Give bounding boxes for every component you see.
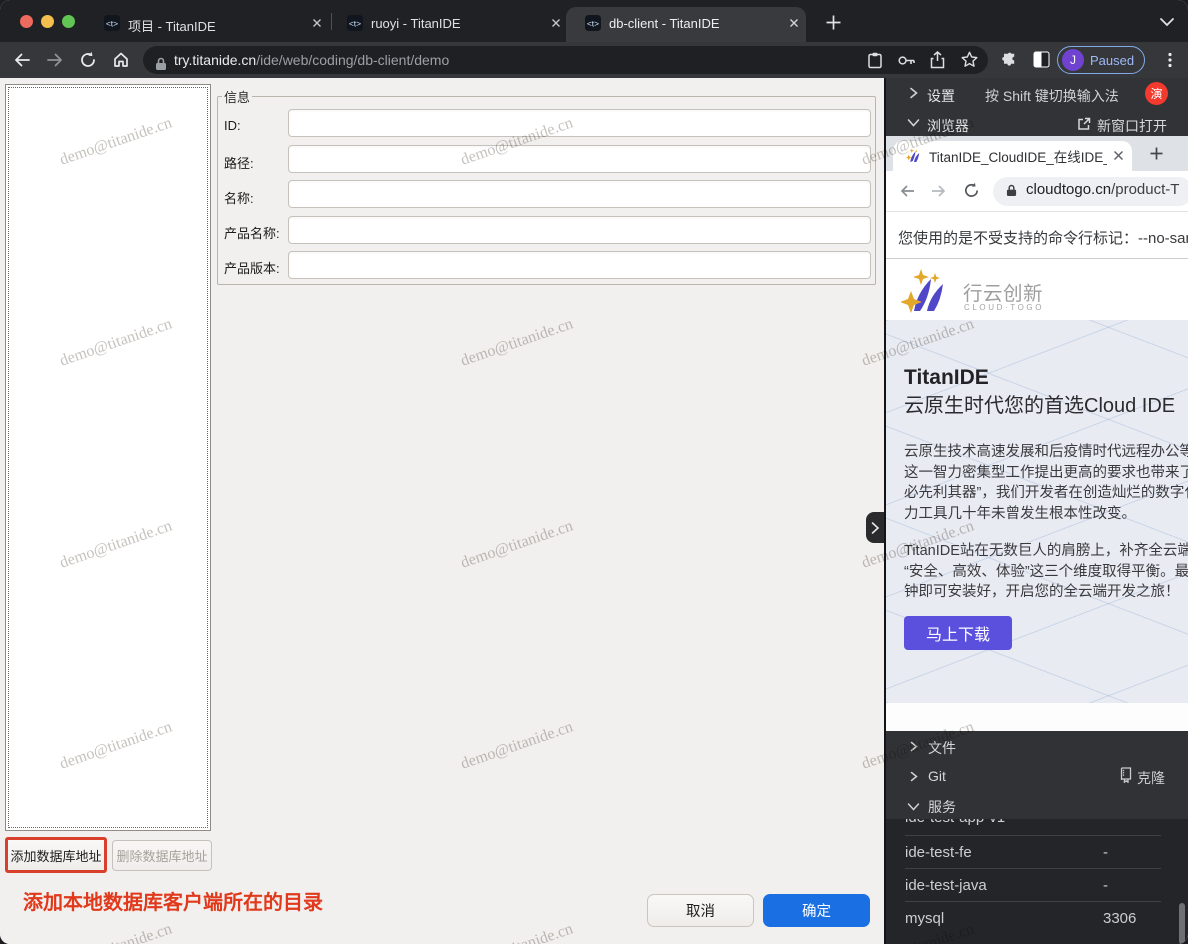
svg-text:<t>: <t>: [106, 19, 118, 29]
svg-text:<t>: <t>: [587, 19, 599, 29]
svg-text:<t>: <t>: [349, 19, 361, 29]
